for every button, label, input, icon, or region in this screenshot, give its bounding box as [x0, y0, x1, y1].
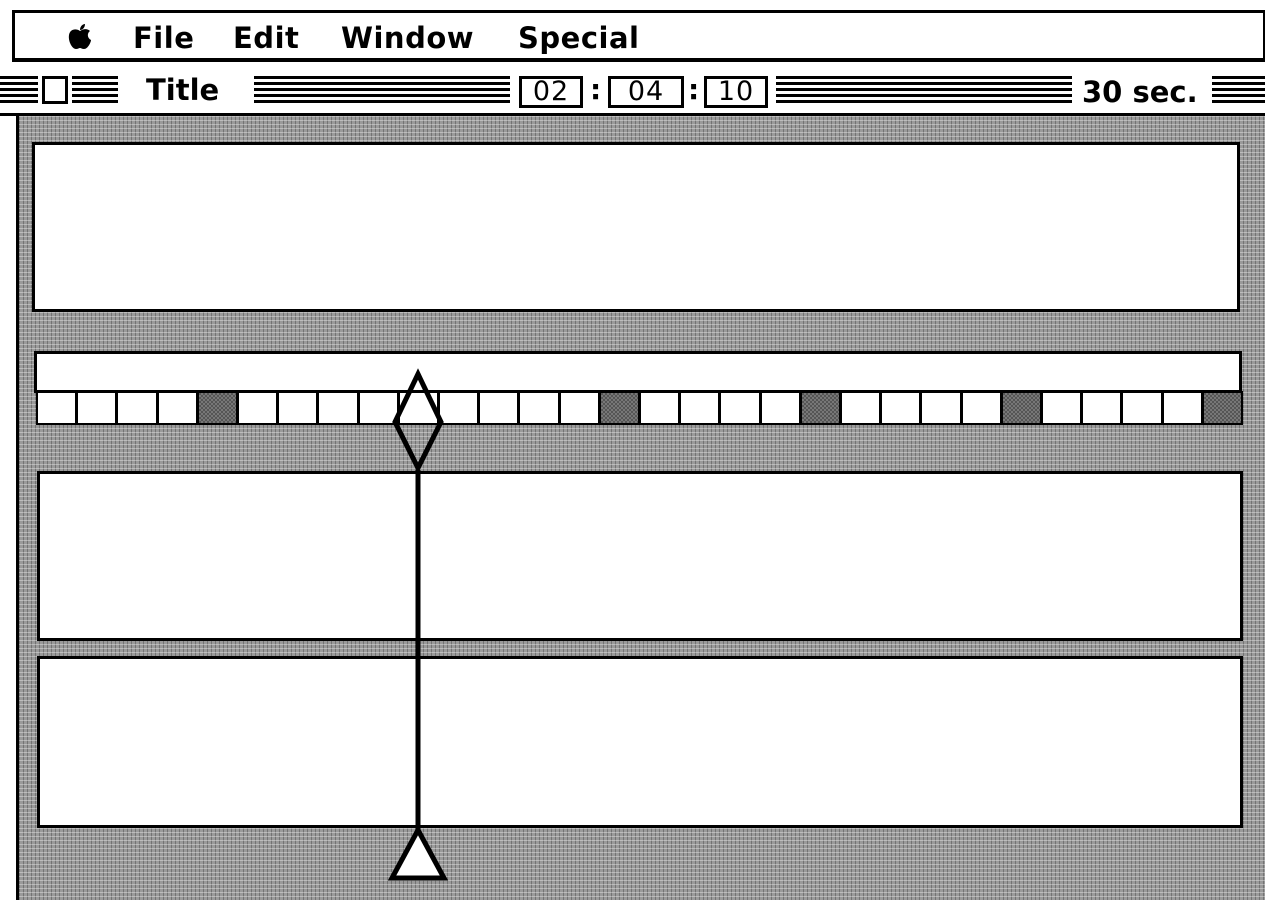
menu-special[interactable]: Special: [518, 21, 639, 55]
menu-edit[interactable]: Edit: [233, 21, 299, 55]
key-frame-cell[interactable]: [799, 391, 841, 425]
frame-cell[interactable]: [357, 391, 399, 425]
frame-cell[interactable]: [1121, 391, 1163, 425]
frame-cell[interactable]: [317, 391, 359, 425]
screen: File Edit Window Special Title 02 : 04 :…: [0, 0, 1265, 900]
timecode-seconds[interactable]: 10: [704, 76, 768, 108]
title-bar-stripes: [776, 76, 1072, 106]
frame-cell[interactable]: [759, 391, 801, 425]
key-frame-cell[interactable]: [598, 391, 640, 425]
frame-cell[interactable]: [116, 391, 158, 425]
frame-cell[interactable]: [1081, 391, 1123, 425]
frame-cell[interactable]: [920, 391, 962, 425]
frame-cell[interactable]: [438, 391, 480, 425]
frame-cell[interactable]: [960, 391, 1002, 425]
timecode-hours[interactable]: 02: [519, 76, 583, 108]
timecode-minutes[interactable]: 04: [608, 76, 684, 108]
timecode-separator: :: [590, 73, 602, 106]
timeline-ruler[interactable]: [34, 351, 1242, 393]
window-title: Title: [146, 73, 220, 107]
frame-cell[interactable]: [518, 391, 560, 425]
frame-cell[interactable]: [840, 391, 882, 425]
menu-file[interactable]: File: [133, 21, 194, 55]
frame-cell[interactable]: [36, 391, 78, 425]
preview-panel[interactable]: [32, 142, 1240, 312]
title-bar-stripes: [72, 76, 118, 106]
title-bar-stripes: [254, 76, 510, 106]
key-frame-cell[interactable]: [196, 391, 238, 425]
frame-cell[interactable]: [237, 391, 279, 425]
frame-cell[interactable]: [76, 391, 118, 425]
frame-cell[interactable]: [1041, 391, 1083, 425]
frame-cell[interactable]: [679, 391, 721, 425]
track-panel-1[interactable]: [37, 471, 1243, 641]
title-bar-stripes-left: [0, 76, 38, 106]
frame-cell[interactable]: [1161, 391, 1203, 425]
timecode-separator: :: [688, 73, 700, 106]
key-frame-cell[interactable]: [1201, 391, 1243, 425]
key-frame-cell[interactable]: [1000, 391, 1042, 425]
menu-bar: File Edit Window Special: [12, 10, 1265, 62]
frame-cell[interactable]: [277, 391, 319, 425]
frame-cell[interactable]: [558, 391, 600, 425]
close-box[interactable]: [42, 76, 68, 104]
track-panel-2[interactable]: [37, 656, 1243, 828]
frame-cell[interactable]: [639, 391, 681, 425]
frame-cell[interactable]: [719, 391, 761, 425]
frame-cell[interactable]: [397, 391, 439, 425]
title-bar-stripes-right: [1212, 76, 1265, 106]
frame-cell[interactable]: [880, 391, 922, 425]
duration-label: 30 sec.: [1082, 75, 1198, 109]
frame-cell[interactable]: [478, 391, 520, 425]
frame-cell[interactable]: [156, 391, 198, 425]
menu-window[interactable]: Window: [341, 21, 474, 55]
apple-icon[interactable]: [67, 23, 93, 51]
